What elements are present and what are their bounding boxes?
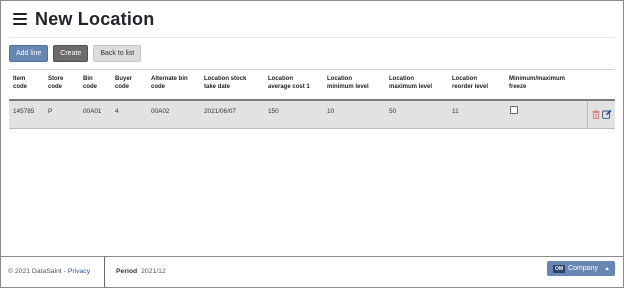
actions-divider [587, 101, 588, 128]
col-bin-code[interactable]: Bin code [83, 75, 97, 91]
cell-stock-take-date: 2021/06/07 [204, 108, 236, 115]
col-buyer-code[interactable]: Buyer code [115, 75, 132, 91]
caret-up-icon [605, 267, 609, 270]
app-frame [0, 0, 624, 288]
footer-copyright: © 2021 DataSaint - Privacy [8, 268, 91, 275]
col-minimum-level[interactable]: Location minimum level [327, 75, 369, 91]
col-min-max-freeze[interactable]: Minimum/maximum freeze [509, 75, 565, 91]
col-reorder-level[interactable]: Location reorder level [452, 75, 488, 91]
col-alternate-bin-code[interactable]: Alternate bin code [151, 75, 188, 91]
col-store-code[interactable]: Store code [48, 75, 63, 91]
cell-buyer-code: 4 [115, 108, 119, 115]
page-header: New Location [13, 8, 154, 30]
period-label: Period [116, 268, 138, 275]
create-button[interactable]: Create [53, 45, 89, 62]
footer-period: Period 2021/12 [116, 268, 166, 275]
page-title: New Location [35, 8, 155, 29]
period-value: 2021/12 [141, 268, 166, 275]
freeze-checkbox[interactable] [510, 106, 518, 114]
col-maximum-level[interactable]: Location maximum level [389, 75, 432, 91]
cell-minimum-level: 10 [327, 108, 335, 115]
col-item-code[interactable]: Item code [13, 75, 27, 91]
col-average-cost[interactable]: Location average cost 1 [268, 75, 310, 91]
cell-maximum-level: 50 [389, 108, 397, 115]
toolbar: Add line Create Back to list [9, 45, 142, 62]
trash-icon[interactable] [592, 110, 600, 119]
locations-table: Item code Store code Bin code Buyer code Alt… [9, 69, 615, 129]
cell-store-code: P [48, 108, 53, 115]
back-to-list-button[interactable]: Back to list [93, 45, 142, 62]
footer-divider [104, 257, 105, 287]
header-divider [9, 37, 615, 38]
cell-bin-code: 00A01 [83, 108, 102, 115]
hamburger-icon[interactable] [13, 13, 27, 25]
cell-average-cost: 150 [268, 108, 279, 115]
edit-icon[interactable] [602, 109, 612, 119]
company-label: Company [568, 265, 599, 272]
company-dropdown-button[interactable]: OM Company [547, 261, 615, 276]
cell-reorder-level: 11 [452, 108, 459, 115]
col-stock-take-date[interactable]: Location stock take date [204, 75, 246, 91]
privacy-link[interactable]: Privacy [68, 268, 90, 275]
cell-item-code: 145785 [13, 108, 35, 115]
table-header: Item code Store code Bin code Buyer code Alt… [9, 69, 615, 99]
company-badge: OM [553, 264, 566, 273]
table-row[interactable]: 145785 P 00A01 4 00A02 2021/06/07 150 10… [9, 99, 615, 129]
add-line-button[interactable]: Add line [9, 45, 49, 62]
footer: © 2021 DataSaint - Privacy Period 2021/12… [1, 256, 623, 287]
cell-alternate-bin-code: 00A02 [151, 108, 170, 115]
